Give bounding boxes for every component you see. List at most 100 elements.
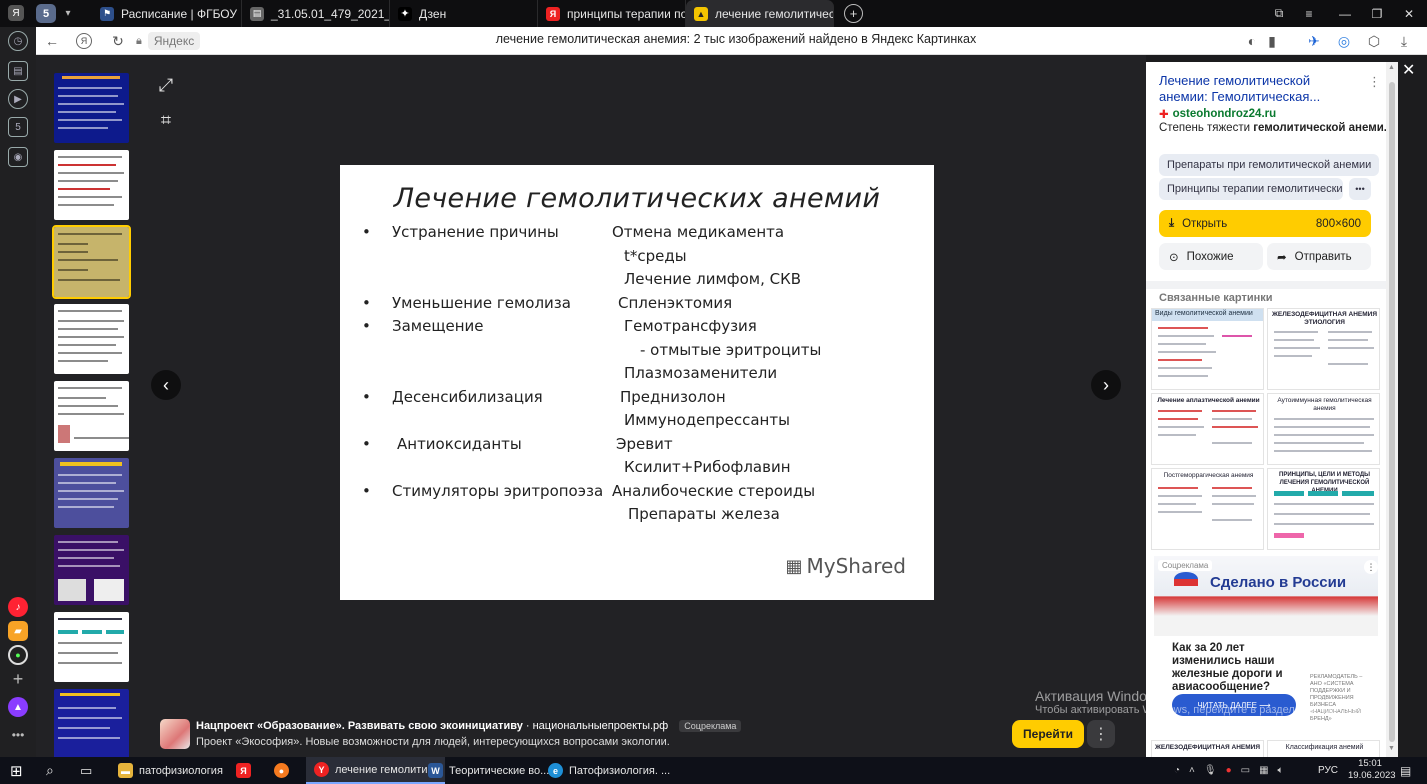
clock[interactable]: 15:01 19.06.2023 bbox=[1348, 758, 1396, 782]
task-view-icon[interactable]: ▭ bbox=[80, 757, 92, 784]
close-viewer-icon[interactable]: ✕ bbox=[1402, 60, 1415, 80]
music-app-icon[interactable]: ♪ bbox=[8, 597, 28, 617]
divider bbox=[1146, 281, 1386, 289]
close-window-icon[interactable]: ✕ bbox=[1394, 0, 1424, 27]
reload-icon[interactable]: ↻ bbox=[108, 31, 128, 51]
language-indicator[interactable]: РУС bbox=[1318, 757, 1338, 784]
thumbnail[interactable] bbox=[54, 535, 129, 605]
collections-icon[interactable]: ▤ bbox=[8, 61, 28, 81]
thumbnail[interactable] bbox=[54, 150, 129, 220]
source-site[interactable]: ✚ osteohondroz24.ru bbox=[1159, 107, 1276, 121]
prev-image-button[interactable]: ‹ bbox=[151, 370, 181, 400]
profile-badge[interactable]: 5 bbox=[36, 4, 56, 23]
related-title: Постгеморрагическая анемия bbox=[1163, 472, 1254, 479]
taskbar-yandex[interactable]: Я bbox=[236, 757, 251, 784]
counter-icon[interactable]: 5 bbox=[8, 117, 28, 137]
ad-go-button[interactable]: Перейти bbox=[1012, 720, 1084, 748]
privacy-icon[interactable]: ◐ bbox=[1242, 31, 1262, 51]
chevron-up-icon: ˄ bbox=[1189, 765, 1195, 776]
related-image[interactable]: ЖЕЛЕЗОДЕФИЦИТНАЯ АНЕМИЯ bbox=[1151, 740, 1264, 757]
alice-assistant-icon[interactable]: ▲ bbox=[8, 697, 28, 717]
messenger-icon[interactable]: ● bbox=[8, 645, 28, 665]
related-image[interactable]: Аутоиммунная гемолитическая анемия bbox=[1267, 393, 1380, 465]
tab-hemolytic-treatment[interactable]: ▲ лечение гемолитическ ✕ bbox=[686, 0, 834, 27]
url-field[interactable]: 🔒︎ Яндекс bbox=[136, 31, 201, 51]
ad-line-1[interactable]: Нацпроект «Образование». Развивать свою … bbox=[196, 720, 742, 732]
thumbnail[interactable] bbox=[54, 304, 129, 374]
alice-icon[interactable]: ◎ bbox=[1334, 31, 1354, 51]
taskbar-edge[interactable]: e Патофизиология. ... bbox=[548, 757, 670, 784]
promo-more-icon[interactable]: ⋮ bbox=[1364, 560, 1378, 574]
downloads-icon[interactable]: ⤓ bbox=[1394, 31, 1414, 51]
extensions-icon[interactable]: ⬡ bbox=[1364, 31, 1384, 51]
add-icon[interactable]: + bbox=[8, 669, 28, 689]
scroll-up-icon[interactable]: ▲ bbox=[1388, 64, 1395, 71]
menu-icon[interactable]: ≡ bbox=[1294, 0, 1324, 27]
chevron-down-icon[interactable]: ▾ bbox=[60, 5, 76, 21]
slide-bullet: • bbox=[362, 223, 371, 241]
play-icon[interactable]: ▶ bbox=[8, 89, 28, 109]
thumbnail[interactable] bbox=[54, 689, 129, 759]
source-title-link[interactable]: Лечение гемолитической анемии: Гемолитич… bbox=[1159, 73, 1359, 105]
chip-therapy-principles[interactable]: Принципы терапии гемолитически... bbox=[1159, 178, 1343, 200]
more-options-icon[interactable]: ⋮ bbox=[1368, 74, 1381, 90]
next-image-button[interactable]: › bbox=[1091, 370, 1121, 400]
chip-more-button[interactable]: ••• bbox=[1349, 178, 1371, 200]
system-tray[interactable]: ◔ ˄ 🎙︎ ● ▭ ▦ 🔈︎ bbox=[1174, 757, 1284, 784]
scrollbar-thumb[interactable] bbox=[1389, 82, 1395, 742]
ad-title: Нацпроект «Образование». Развивать свою … bbox=[196, 720, 523, 732]
related-image[interactable]: Лечение аплазтической анемии bbox=[1151, 393, 1264, 465]
thumbnail-selected[interactable] bbox=[52, 225, 131, 299]
ad-banner[interactable]: Нацпроект «Образование». Развивать свою … bbox=[146, 715, 1115, 753]
crop-icon[interactable]: ⌗ bbox=[153, 107, 179, 133]
clock-icon[interactable]: ◷ bbox=[8, 31, 28, 51]
related-image[interactable]: Виды гемолитической анемии bbox=[1151, 308, 1264, 390]
taskbar-word[interactable]: W Теоритические во... bbox=[428, 757, 549, 784]
related-image[interactable]: ЖЕЛЕЗОДЕФИЦИТНАЯ АНЕМИЯ ЭТИОЛОГИЯ bbox=[1267, 308, 1380, 390]
thumbnail[interactable] bbox=[54, 73, 129, 143]
thumbnail[interactable] bbox=[54, 612, 129, 682]
ad-more-icon[interactable]: ⋮ bbox=[1087, 720, 1115, 748]
main-image[interactable]: Лечение гемолитических анемий • Устранени… bbox=[340, 165, 934, 600]
minimize-icon[interactable]: — bbox=[1330, 0, 1360, 27]
tab-zen[interactable]: ✦ Дзен bbox=[390, 0, 538, 27]
taskbar-browser-window[interactable]: Y лечение гемолити... bbox=[306, 757, 445, 784]
tab-document[interactable]: ▤ _31.05.01_479_2021_o_sub bbox=[242, 0, 390, 27]
related-image[interactable]: Классификация анемий bbox=[1267, 740, 1380, 757]
translate-icon[interactable]: ✈ bbox=[1304, 31, 1324, 51]
watermark-text: MyShared bbox=[806, 554, 906, 578]
slide-treatment: Преднизолон bbox=[620, 387, 726, 406]
tab-schedule[interactable]: ⚑ Расписание | ФГБОУ ВО « bbox=[92, 0, 242, 27]
taskbar-explorer[interactable]: ▬ патофизиология bbox=[118, 757, 223, 784]
back-arrow-icon[interactable]: ← bbox=[42, 31, 62, 51]
document-icon: ▤ bbox=[250, 6, 264, 21]
related-title: Лечение аплазтической анемии bbox=[1157, 397, 1260, 404]
search-icon[interactable]: ⌕ bbox=[46, 757, 54, 784]
panel-scrollbar[interactable]: ▲ ▼ bbox=[1386, 62, 1398, 757]
chip-hemolytic-drugs[interactable]: Препараты при гемолитической анемии bbox=[1159, 154, 1380, 176]
scroll-down-icon[interactable]: ▼ bbox=[1388, 745, 1395, 752]
open-image-button[interactable]: ⤓ Открыть 800×600 bbox=[1159, 210, 1371, 237]
similar-button[interactable]: ⊙ Похожие bbox=[1159, 243, 1263, 270]
ad-image bbox=[160, 719, 190, 749]
fullscreen-icon[interactable]: ⤢ bbox=[153, 72, 179, 98]
yandex-logo-icon[interactable]: Я bbox=[8, 5, 24, 21]
thumbnail[interactable] bbox=[54, 458, 129, 528]
slide-treatment: - отмытые эритроциты bbox=[640, 340, 822, 359]
notifications-icon[interactable]: ▤ bbox=[1400, 757, 1411, 784]
tab-therapy-principles[interactable]: Я принципы терапии постг bbox=[538, 0, 686, 27]
related-image[interactable]: Постгеморрагическая анемия bbox=[1151, 468, 1264, 550]
restore-icon[interactable]: ❐ bbox=[1362, 0, 1392, 27]
taskbar-firefox[interactable]: ● bbox=[274, 757, 289, 784]
tabs-overview-icon[interactable]: ⧉ bbox=[1264, 0, 1294, 27]
yandex-y-icon[interactable]: Я bbox=[76, 33, 92, 49]
market-app-icon[interactable]: ▰ bbox=[8, 621, 28, 641]
camera-icon[interactable]: ◉ bbox=[8, 147, 28, 167]
thumbnail[interactable] bbox=[54, 381, 129, 451]
share-button[interactable]: ➦ Отправить bbox=[1267, 243, 1371, 270]
bookmark-icon[interactable]: ▮ bbox=[1262, 31, 1282, 51]
new-tab-button[interactable]: + bbox=[844, 4, 863, 23]
related-image[interactable]: ПРИНЦИПЫ, ЦЕЛИ И МЕТОДЫ ЛЕЧЕНИЯ ГЕМОЛИТИ… bbox=[1267, 468, 1380, 550]
more-icon[interactable]: ••• bbox=[8, 727, 28, 743]
windows-start-icon[interactable]: ⊞ bbox=[10, 757, 23, 784]
